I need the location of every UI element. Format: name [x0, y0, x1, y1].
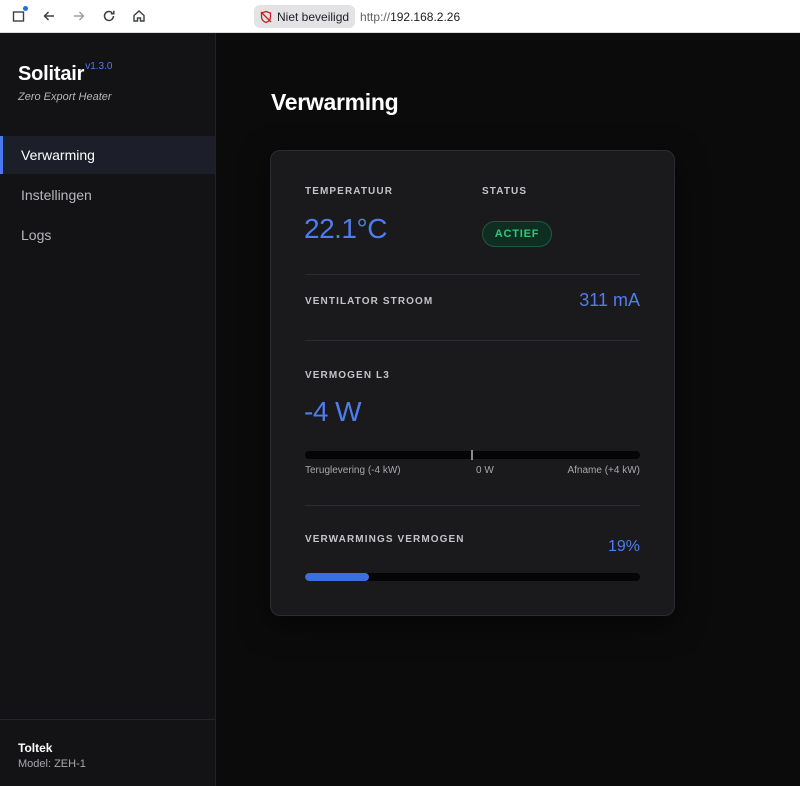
not-secure-icon	[260, 10, 272, 23]
power-l3-label: VERMOGEN L3	[305, 370, 390, 381]
sidebar-item-label: Verwarming	[21, 147, 95, 163]
temperature-label: TEMPERATUUR	[305, 186, 394, 197]
temperature-value: 22.1°C	[304, 213, 387, 244]
tab-indicator-dot	[23, 5, 28, 11]
security-chip[interactable]: Niet beveiligd	[254, 5, 356, 28]
main-content: Verwarming TEMPERATUUR 22.1°C STATUS ACT…	[216, 33, 800, 786]
heating-card: TEMPERATUUR 22.1°C STATUS ACTIEF VENTILA…	[270, 150, 675, 616]
forward-icon[interactable]	[64, 0, 94, 33]
power-scale-left: Teruglevering (-4 kW)	[305, 465, 401, 476]
reload-icon[interactable]	[94, 0, 124, 33]
sidebar-item-logs[interactable]: Logs	[0, 216, 215, 254]
url-host: 192.168.2.26	[390, 9, 461, 24]
power-scale-center: 0 W	[476, 465, 494, 476]
browser-toolbar: Niet beveiligd http://192.168.2.26	[0, 0, 800, 33]
sidebar-item-instellingen[interactable]: Instellingen	[0, 176, 215, 214]
status-label: STATUS	[482, 186, 528, 197]
tab-icon[interactable]	[4, 0, 34, 33]
divider	[305, 274, 640, 275]
power-l3-zero-marker	[471, 450, 473, 460]
fan-current-label: VENTILATOR STROOM	[305, 296, 434, 307]
power-l3-value: -4 W	[304, 396, 362, 427]
heating-power-bar	[305, 573, 640, 581]
company-name: Toltek	[18, 741, 53, 755]
brand-name: Solitair	[18, 63, 85, 85]
heating-power-value: 19%	[607, 538, 640, 555]
status-badge: ACTIEF	[482, 221, 552, 247]
url-scheme: http://	[360, 9, 391, 24]
fan-current-value: 311 mA	[579, 290, 640, 310]
device-model: Model: ZEH-1	[18, 758, 86, 770]
power-scale-right: Afname (+4 kW)	[567, 465, 640, 476]
home-icon[interactable]	[124, 0, 154, 33]
sidebar-item-verwarming[interactable]: Verwarming	[0, 136, 215, 174]
divider	[305, 340, 640, 341]
heating-power-label: VERWARMINGS VERMOGEN	[305, 534, 465, 545]
url-text[interactable]: http://192.168.2.26	[360, 10, 460, 24]
brand-version: v1.3.0	[85, 61, 113, 72]
heating-power-bar-fill	[305, 573, 369, 581]
sidebar-item-label: Logs	[21, 227, 52, 243]
brand-subtitle: Zero Export Heater	[18, 91, 112, 103]
security-label: Niet beveiligd	[277, 9, 350, 24]
address-bar[interactable]: Niet beveiligd http://192.168.2.26	[254, 5, 460, 28]
sidebar-nav: Verwarming Instellingen Logs	[0, 136, 215, 256]
brand: Solitairv1.3.0	[18, 61, 113, 86]
sidebar: Solitairv1.3.0 Zero Export Heater Verwar…	[0, 33, 216, 786]
sidebar-footer: Toltek Model: ZEH-1	[0, 719, 215, 786]
page-title: Verwarming	[271, 89, 399, 115]
sidebar-item-label: Instellingen	[21, 187, 92, 203]
divider	[305, 505, 640, 506]
back-icon[interactable]	[34, 0, 64, 33]
